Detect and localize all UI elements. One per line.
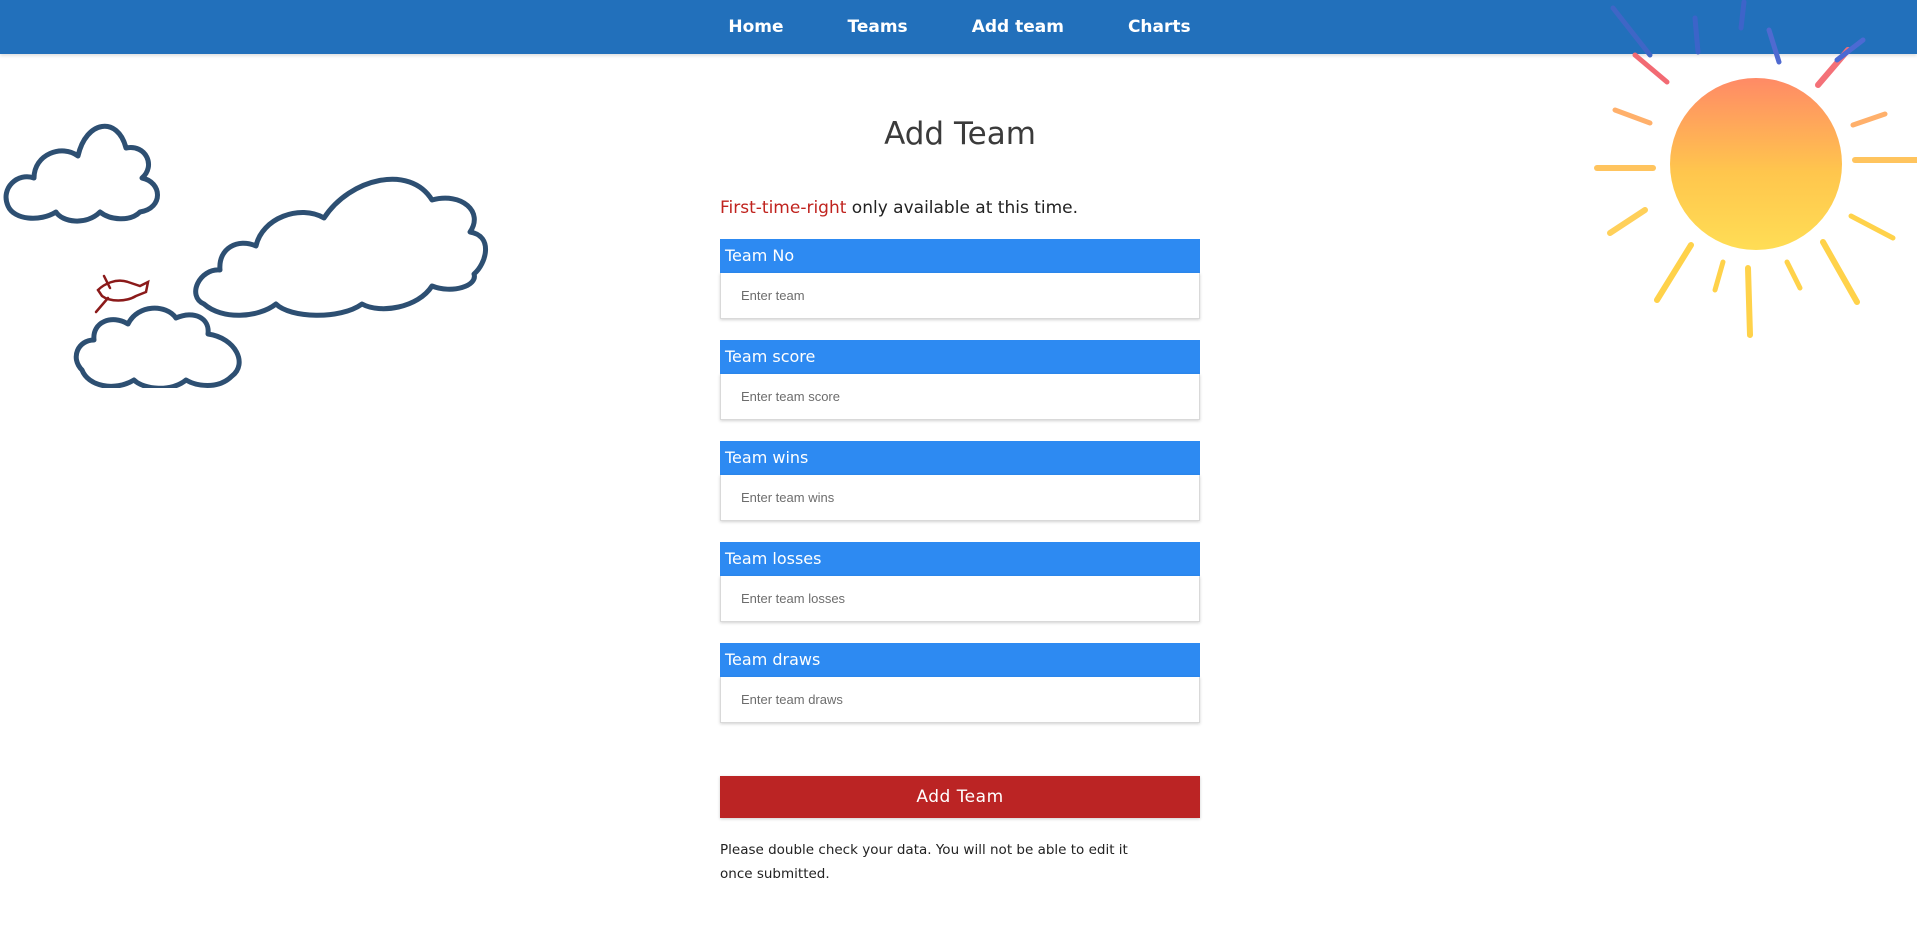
team-losses-input[interactable]: [720, 576, 1200, 622]
team-score-input[interactable]: [720, 374, 1200, 420]
nav-charts[interactable]: Charts: [1128, 17, 1191, 37]
team-score-label: Team score: [720, 340, 1200, 374]
data-warning-note: Please double check your data. You will …: [720, 842, 1128, 882]
team-wins-field: Team wins: [720, 441, 1200, 521]
team-no-input[interactable]: [720, 273, 1200, 319]
team-wins-input[interactable]: [720, 475, 1200, 521]
nav-teams[interactable]: Teams: [848, 17, 908, 37]
page-title: Add Team: [884, 116, 1036, 152]
team-draws-field: Team draws: [720, 643, 1200, 723]
team-no-field: Team No: [720, 239, 1200, 319]
notice-highlight: First-time-right: [720, 198, 847, 218]
cloud-illustration-icon: [3, 123, 488, 388]
team-wins-label: Team wins: [720, 441, 1200, 475]
top-navbar: Home Teams Add team Charts: [0, 0, 1917, 54]
nav-add-team[interactable]: Add team: [972, 17, 1064, 37]
nav-home[interactable]: Home: [728, 17, 783, 37]
notice-text: only available at this time.: [846, 198, 1079, 218]
availability-notice: First-time-right only available at this …: [720, 198, 1200, 218]
team-draws-label: Team draws: [720, 643, 1200, 677]
nav-links: Home Teams Add team Charts: [0, 0, 1917, 54]
team-losses-label: Team losses: [720, 542, 1200, 576]
team-draws-input[interactable]: [720, 677, 1200, 723]
team-score-field: Team score: [720, 340, 1200, 420]
team-no-label: Team No: [720, 239, 1200, 273]
add-team-button[interactable]: Add Team: [720, 776, 1200, 818]
bird-illustration-icon: [94, 274, 150, 314]
team-losses-field: Team losses: [720, 542, 1200, 622]
